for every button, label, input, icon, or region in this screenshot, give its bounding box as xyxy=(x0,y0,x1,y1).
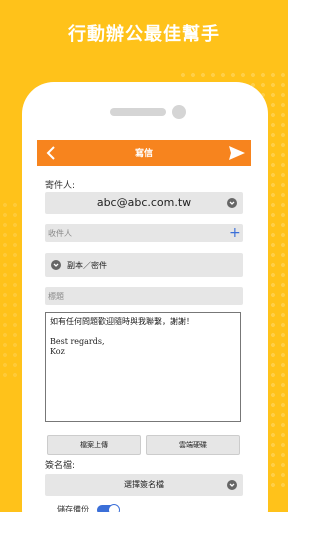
headline: 行動辦公最佳幫手 xyxy=(68,24,220,45)
plus-icon[interactable]: + xyxy=(229,226,241,240)
message-body[interactable]: 如有任何問題歡迎隨時與我聯繫，謝謝！ Best regards, Koz xyxy=(45,312,241,422)
save-backup-toggle[interactable] xyxy=(97,504,120,512)
speaker-bar xyxy=(110,108,166,116)
chevron-down-icon xyxy=(227,480,237,490)
subject-input[interactable]: 標題 xyxy=(45,287,243,305)
save-backup-label: 儲存備份 xyxy=(57,505,89,512)
top-bar: 寫信 xyxy=(37,140,251,166)
cc-bcc-toggle[interactable]: 副本／密件 xyxy=(45,253,243,277)
subject-placeholder: 標題 xyxy=(48,292,64,301)
camera-dot xyxy=(172,105,186,119)
upload-button[interactable]: 檔案上傳 xyxy=(47,435,141,455)
recipient-input[interactable]: 收件人 + xyxy=(45,224,243,242)
cloud-drive-button[interactable]: 雲端硬碟 xyxy=(146,435,240,455)
body-line: 如有任何問題歡迎隨時與我聯繫，謝謝！ xyxy=(50,317,194,326)
cc-label: 副本／密件 xyxy=(67,261,107,270)
chevron-down-icon xyxy=(227,198,237,208)
sender-value: abc@abc.com.tw xyxy=(96,196,192,209)
signature-select-value: 選擇簽名檔 xyxy=(124,480,164,489)
chevron-down-icon xyxy=(51,260,61,270)
sender-select[interactable]: abc@abc.com.tw xyxy=(45,192,243,214)
body-line: Koz xyxy=(50,347,65,356)
app-screen: 寫信 寄件人: abc@abc.com.tw 收件人 + 副本／密件 標題 如有… xyxy=(37,140,251,512)
page-title: 寫信 xyxy=(134,149,153,159)
signature-select[interactable]: 選擇簽名檔 xyxy=(45,474,243,496)
body-line: Best regards, xyxy=(50,337,105,346)
signature-label: 簽名檔: xyxy=(45,461,76,471)
sender-label: 寄件人: xyxy=(45,181,76,191)
send-icon[interactable] xyxy=(227,144,247,162)
recipient-placeholder: 收件人 xyxy=(48,229,72,238)
toggle-knob xyxy=(108,504,120,512)
